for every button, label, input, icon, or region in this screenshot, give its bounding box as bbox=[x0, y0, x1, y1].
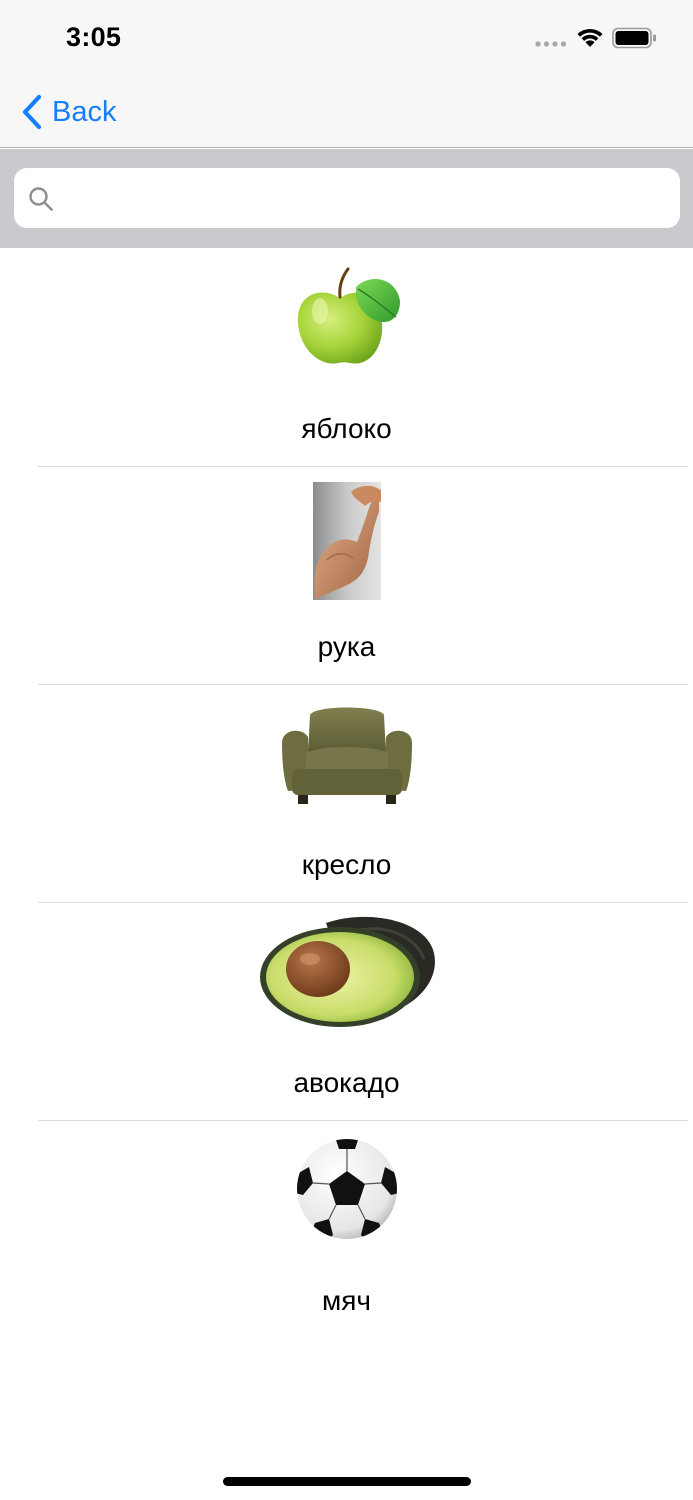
search-input[interactable] bbox=[64, 178, 664, 218]
search-field[interactable] bbox=[14, 168, 680, 228]
status-time: 3:05 bbox=[66, 22, 122, 52]
word-list: яблоко рука кресло авокадо мяч bbox=[0, 249, 693, 1339]
item-label: яблоко bbox=[301, 413, 392, 444]
back-button[interactable]: Back bbox=[20, 92, 116, 132]
avocado-image bbox=[259, 916, 435, 1027]
soccer-ball-image bbox=[296, 1139, 397, 1239]
armchair-image bbox=[281, 707, 412, 804]
item-label: кресло bbox=[301, 849, 392, 880]
item-label: авокадо bbox=[293, 1067, 400, 1098]
wifi-icon bbox=[575, 26, 605, 48]
navigation-bar: Back bbox=[0, 78, 693, 148]
battery-icon bbox=[612, 27, 657, 49]
home-indicator bbox=[223, 1477, 471, 1486]
arm-image bbox=[312, 482, 381, 600]
list-item-arm[interactable]: рука bbox=[0, 467, 693, 685]
chevron-left-icon bbox=[22, 94, 42, 130]
back-label: Back bbox=[52, 95, 117, 128]
apple-image bbox=[297, 267, 400, 364]
signal-dots-icon bbox=[535, 41, 567, 47]
item-label: рука bbox=[317, 631, 376, 662]
search-bar bbox=[0, 149, 693, 248]
status-bar: 3:05 bbox=[0, 0, 693, 78]
list-item-apple[interactable]: яблоко bbox=[0, 249, 693, 467]
list-item-ball[interactable]: мяч bbox=[0, 1121, 693, 1339]
list-item-armchair[interactable]: кресло bbox=[0, 685, 693, 903]
list-item-avocado[interactable]: авокадо bbox=[0, 903, 693, 1121]
item-label: мяч bbox=[322, 1285, 371, 1316]
search-icon bbox=[29, 187, 53, 211]
